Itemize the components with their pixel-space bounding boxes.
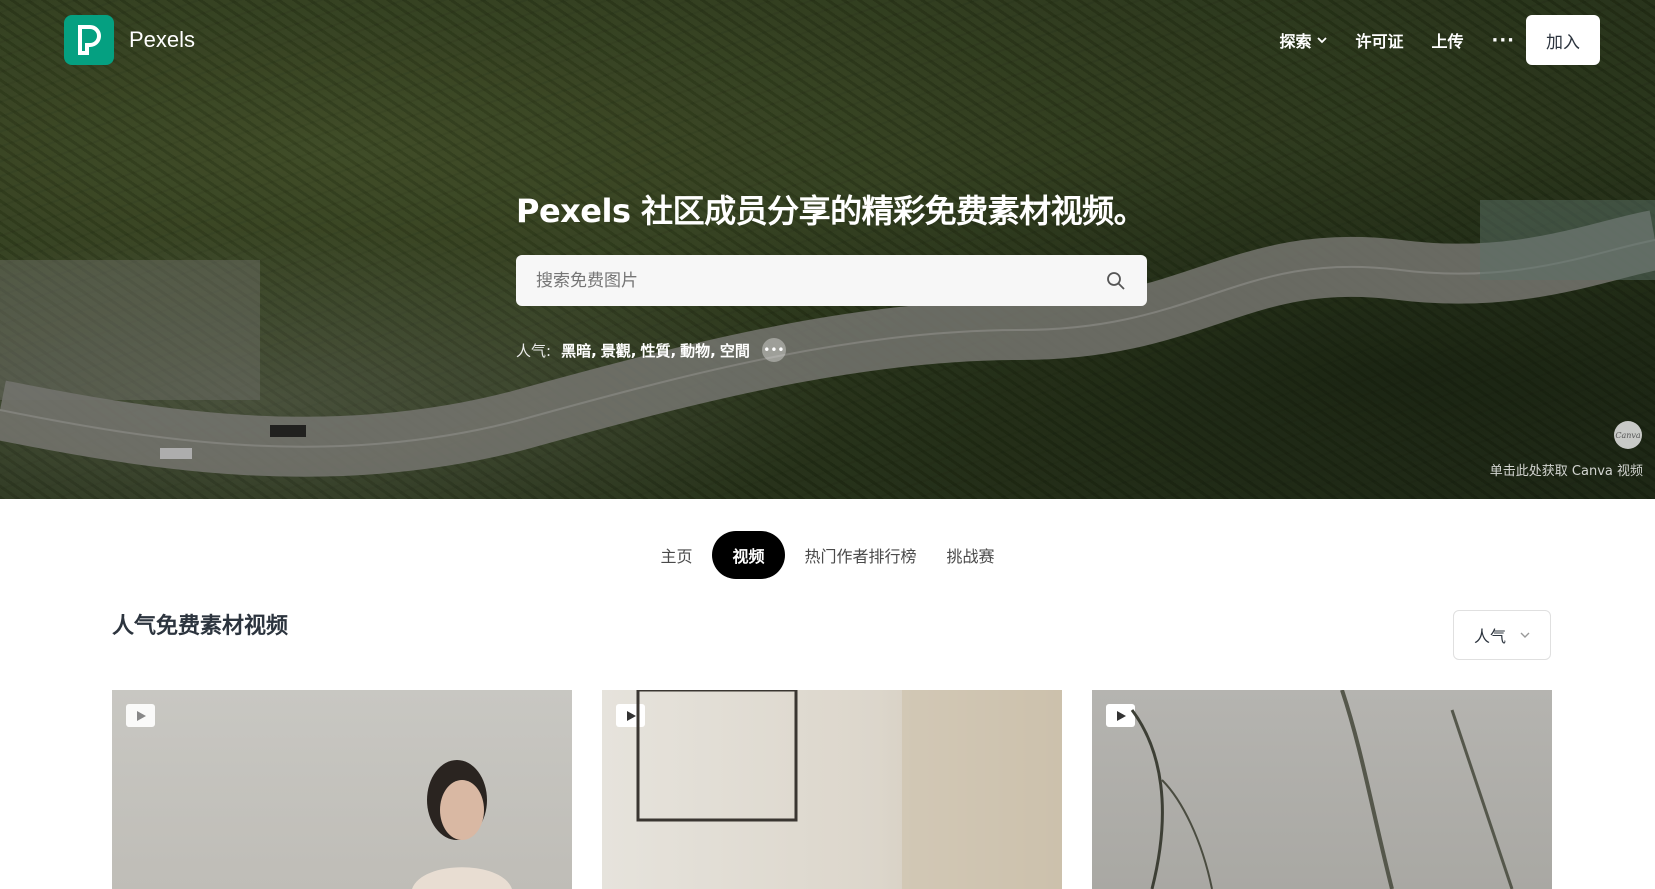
tab-home[interactable]: 主页 [650,531,702,579]
video-thumbnail [1130,690,1514,889]
chevron-down-icon [1317,37,1328,44]
search-input[interactable] [536,270,1105,291]
search-bar [516,255,1147,306]
popular-searches: 人气: 黑暗, 景觀, 性質, 動物, 空間 ••• [516,338,786,362]
chevron-down-icon [1520,632,1530,638]
hero-title: Pexels 社区成员分享的精彩免费素材视频。 [516,192,1146,230]
nav-explore[interactable]: 探索 [1279,28,1328,52]
popular-tag[interactable]: 黑暗, [561,340,597,361]
tab-leaderboard[interactable]: 热门作者排行榜 [795,531,927,579]
canva-link[interactable]: 单击此处获取 Canva 视频 [1490,460,1643,479]
popular-label: 人气: [516,341,552,360]
nav-license[interactable]: 许可证 [1355,28,1403,52]
tab-videos[interactable]: 视频 [712,531,785,579]
video-card[interactable] [112,690,572,889]
popular-tag[interactable]: 動物, [680,340,716,361]
popular-tag[interactable]: 景觀, [601,340,637,361]
section-tabs: 主页 视频 热门作者排行榜 挑战赛 [0,531,1655,579]
pexels-logo-icon [78,25,101,55]
nav-upload[interactable]: 上传 [1431,28,1463,52]
more-tags-icon[interactable]: ••• [761,338,786,362]
sort-label: 人气 [1473,627,1506,646]
video-thumbnail [412,760,512,889]
video-card[interactable] [602,690,1062,889]
join-button[interactable]: 加入 [1526,15,1600,65]
brand-name[interactable]: Pexels [129,27,195,53]
nav-explore-label: 探索 [1279,32,1312,51]
hero-banner [0,0,1655,499]
popular-tag[interactable]: 空間 [720,340,750,361]
search-icon[interactable] [1105,270,1127,292]
top-nav: 探索 许可证 上传 ··· [1279,28,1515,52]
video-card[interactable] [1092,690,1552,889]
canva-logo[interactable]: Canva [1614,421,1642,449]
more-menu-icon[interactable]: ··· [1491,30,1515,51]
sort-dropdown[interactable]: 人气 [1453,610,1551,660]
section-title: 人气免费素材视频 [112,614,289,639]
tab-challenges[interactable]: 挑战赛 [937,531,1005,579]
pexels-logo[interactable] [64,15,114,65]
video-thumbnail [636,690,1062,889]
popular-tag[interactable]: 性質, [640,340,676,361]
